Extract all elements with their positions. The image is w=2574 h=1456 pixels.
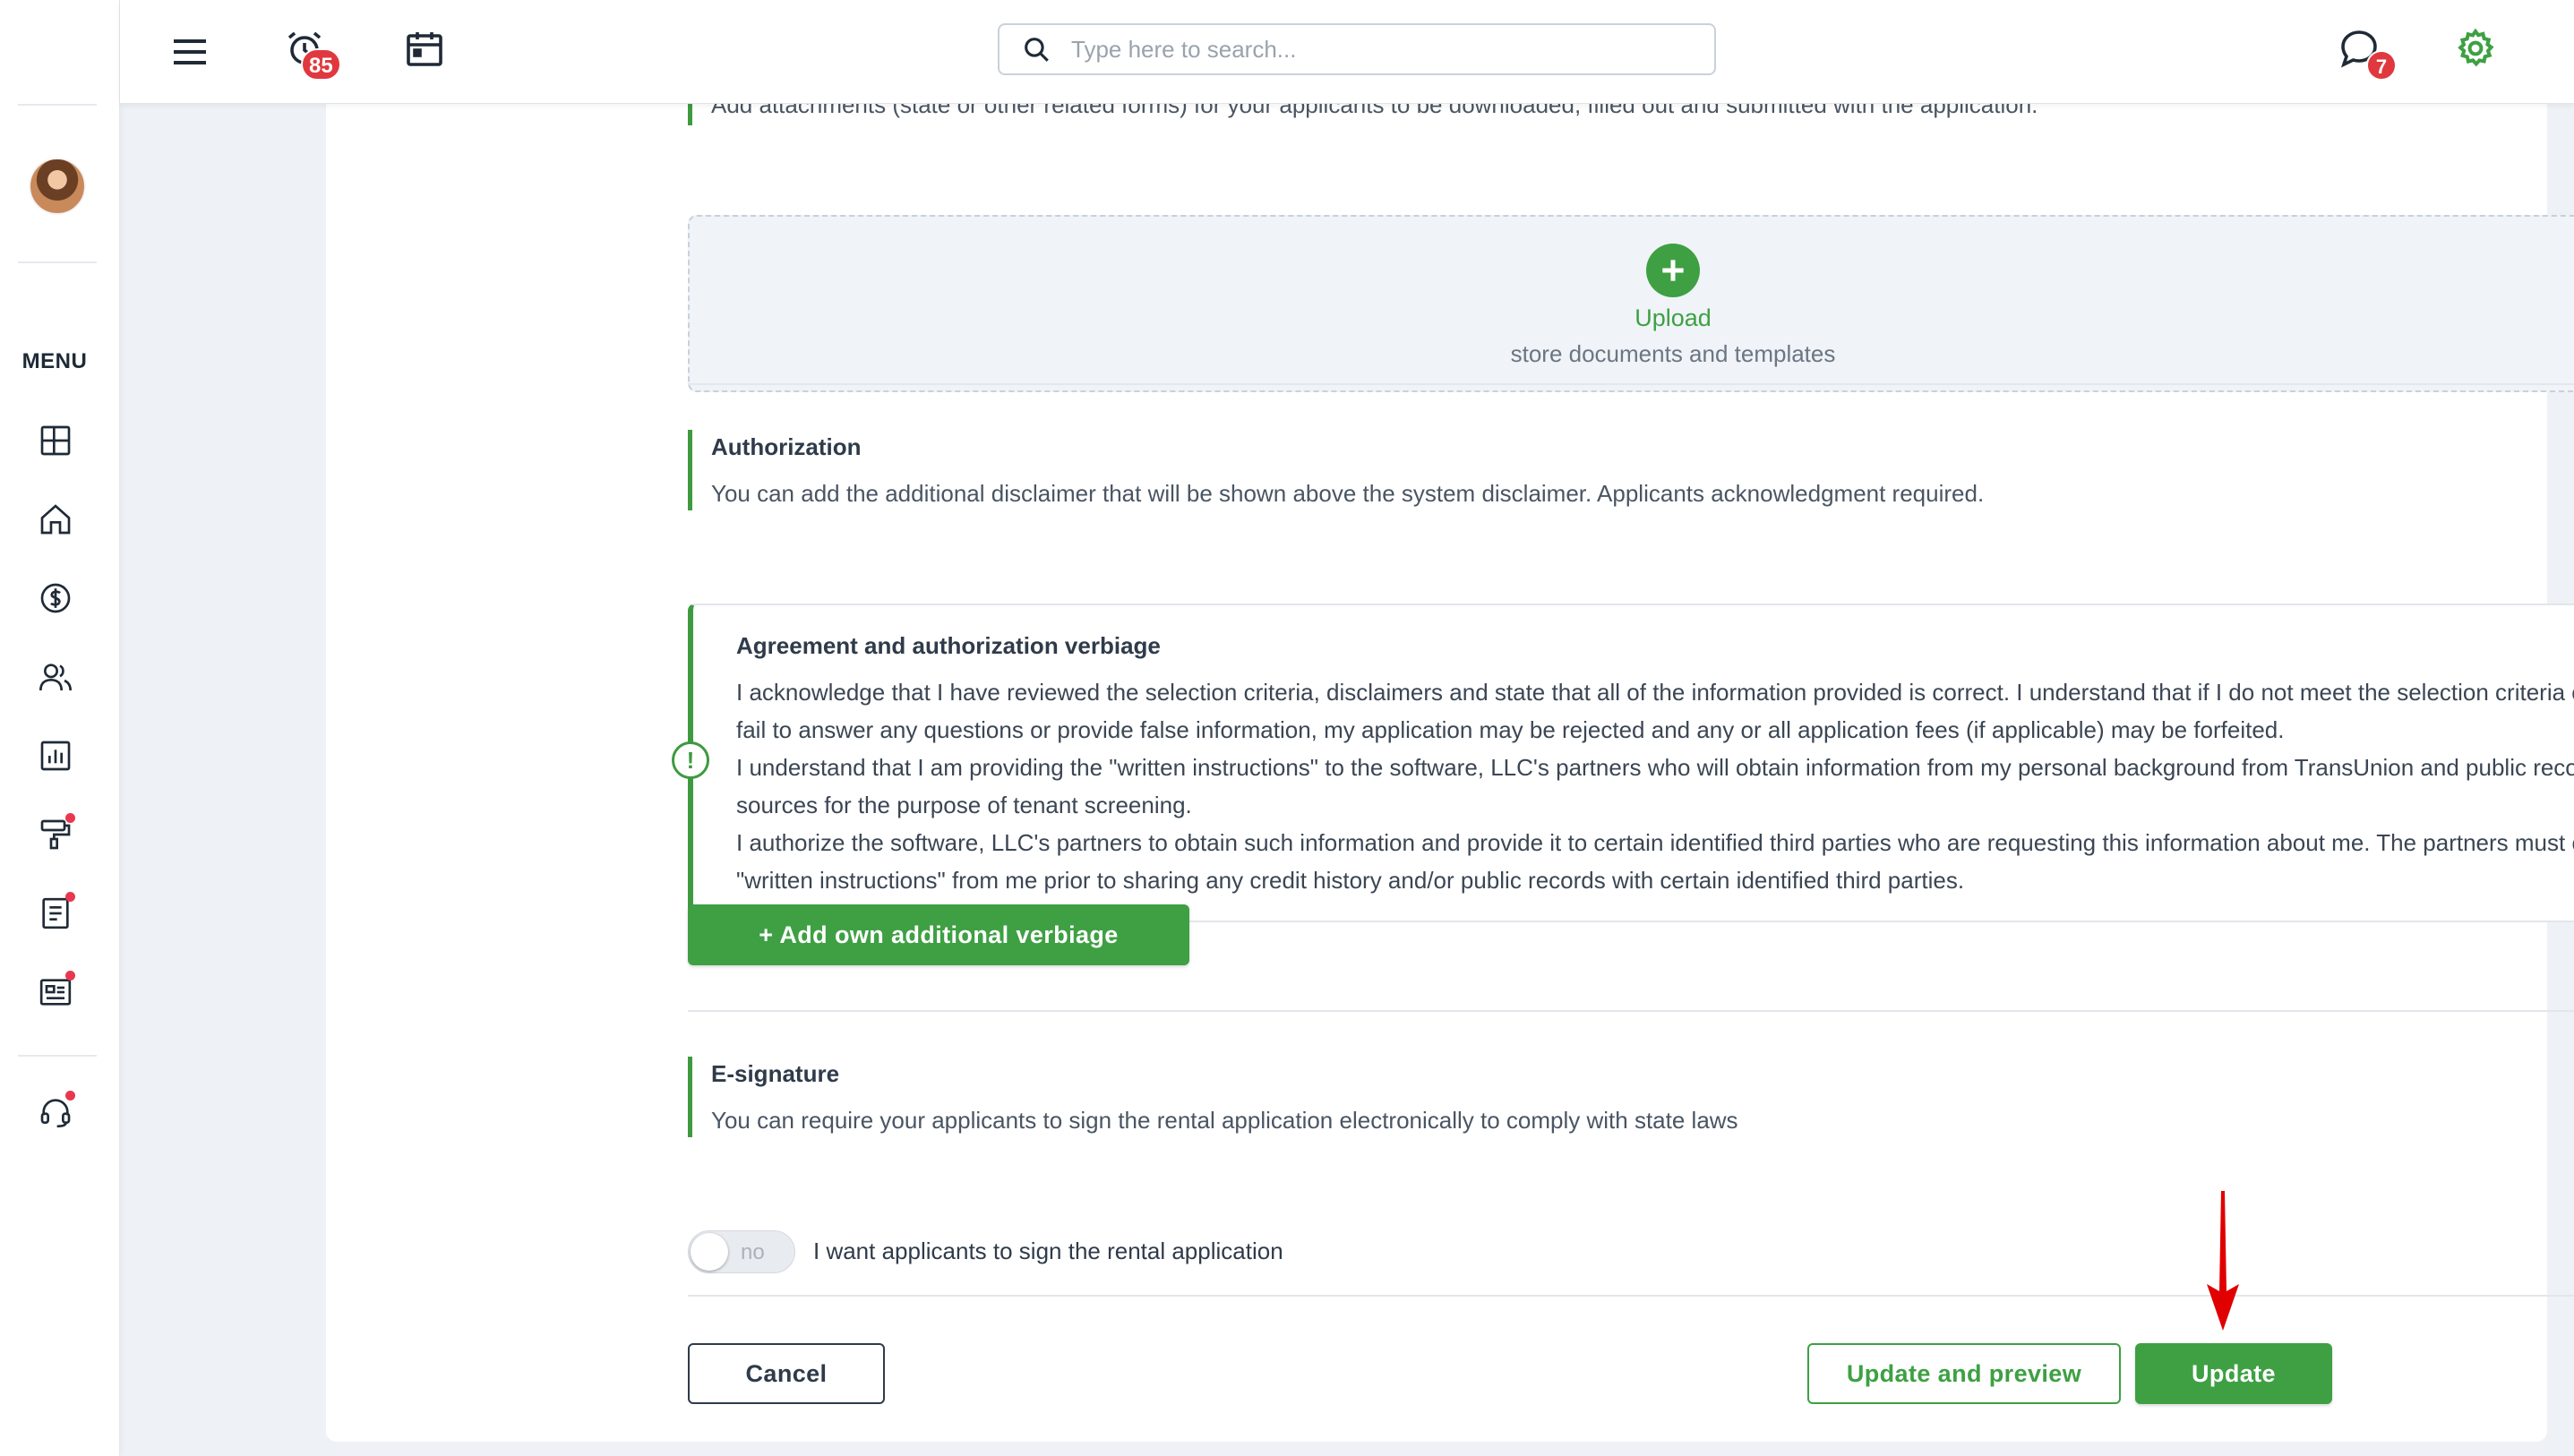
divider [18, 261, 97, 263]
section-divider [688, 383, 2574, 385]
authorization-title: Authorization [711, 433, 862, 460]
hamburger-menu-button[interactable] [165, 27, 215, 77]
search-input[interactable] [1071, 35, 1698, 64]
plus-icon [1662, 260, 1684, 281]
search-icon [1025, 38, 1049, 62]
home-icon [40, 504, 71, 535]
authorization-description: You can add the additional disclaimer th… [711, 480, 1985, 507]
notification-dot [65, 813, 75, 823]
agreement-body: I acknowledge that I have reviewed the s… [736, 673, 2574, 899]
upload-label[interactable]: Upload [690, 304, 2574, 332]
dollar-icon [40, 583, 71, 613]
calendar-button[interactable] [399, 23, 450, 73]
settings-button[interactable] [2450, 23, 2501, 73]
notification-dot [65, 1091, 75, 1101]
agreement-paragraph: I authorize the software, LLC's partners… [736, 829, 2574, 894]
esignature-title: E-signature [711, 1060, 840, 1087]
upload-sublabel: store documents and templates [1510, 340, 1836, 367]
sidebar-item-properties[interactable] [32, 496, 79, 543]
messages-count-badge: 7 [2366, 50, 2397, 81]
agreement-paragraph: I acknowledge that I have reviewed the s… [736, 679, 2574, 743]
notification-dot [65, 971, 75, 981]
avatar[interactable] [29, 158, 86, 215]
section-divider [688, 1295, 2574, 1297]
dashboard-icon [40, 425, 71, 456]
toggle-knob [691, 1233, 728, 1271]
upload-dropzone[interactable]: Upload store documents and templates [688, 215, 2574, 392]
alerts-button[interactable]: 85 [279, 23, 341, 81]
menu-label: MENU [21, 349, 88, 373]
cancel-button[interactable]: Cancel [688, 1343, 885, 1404]
sidebar-item-support[interactable] [32, 1089, 79, 1135]
sidebar-item-documents[interactable] [32, 890, 79, 937]
sidebar-item-reports[interactable] [32, 732, 79, 779]
sidebar-item-people[interactable] [32, 654, 79, 700]
sidebar-item-dashboard[interactable] [32, 417, 79, 464]
calendar-icon [407, 32, 442, 66]
update-and-preview-button[interactable]: Update and preview [1807, 1343, 2121, 1404]
hamburger-icon [174, 39, 206, 64]
add-verbiage-button[interactable]: + Add own additional verbiage [688, 904, 1189, 965]
alerts-count-badge: 85 [301, 48, 341, 81]
top-bar: 85 7 [120, 0, 2574, 104]
users-icon [39, 664, 72, 691]
toggle-state-label: no [741, 1240, 765, 1264]
chart-icon [40, 741, 71, 771]
sidebar-item-payments[interactable] [32, 575, 79, 621]
annotation-arrow-icon [2207, 1191, 2239, 1331]
section-divider [688, 1010, 2574, 1012]
exclamation-icon: ! [672, 741, 709, 779]
sidebar-item-listings[interactable] [32, 969, 79, 1015]
agreement-paragraph: I understand that I am providing the "wr… [736, 754, 2574, 818]
messages-button[interactable]: 7 [2334, 23, 2397, 81]
notification-dot [65, 892, 75, 902]
sidebar-item-maintenance[interactable] [32, 811, 79, 858]
esignature-toggle-label: I want applicants to sign the rental app… [813, 1238, 1283, 1264]
agreement-box: Agreement and authorization verbiage I a… [688, 604, 2574, 922]
divider [18, 104, 97, 106]
divider [18, 1055, 97, 1057]
section-accent-bar [688, 1057, 692, 1137]
section-accent-bar [688, 430, 692, 510]
agreement-title: Agreement and authorization verbiage [736, 632, 1161, 659]
gear-icon [2458, 28, 2494, 67]
search-bar[interactable] [998, 23, 1716, 75]
upload-button[interactable] [1646, 244, 1700, 297]
esignature-toggle[interactable]: no [688, 1230, 795, 1273]
left-sidebar: MENU [0, 0, 120, 1456]
update-button[interactable]: Update [2135, 1343, 2332, 1404]
esignature-description: You can require your applicants to sign … [711, 1107, 1738, 1134]
